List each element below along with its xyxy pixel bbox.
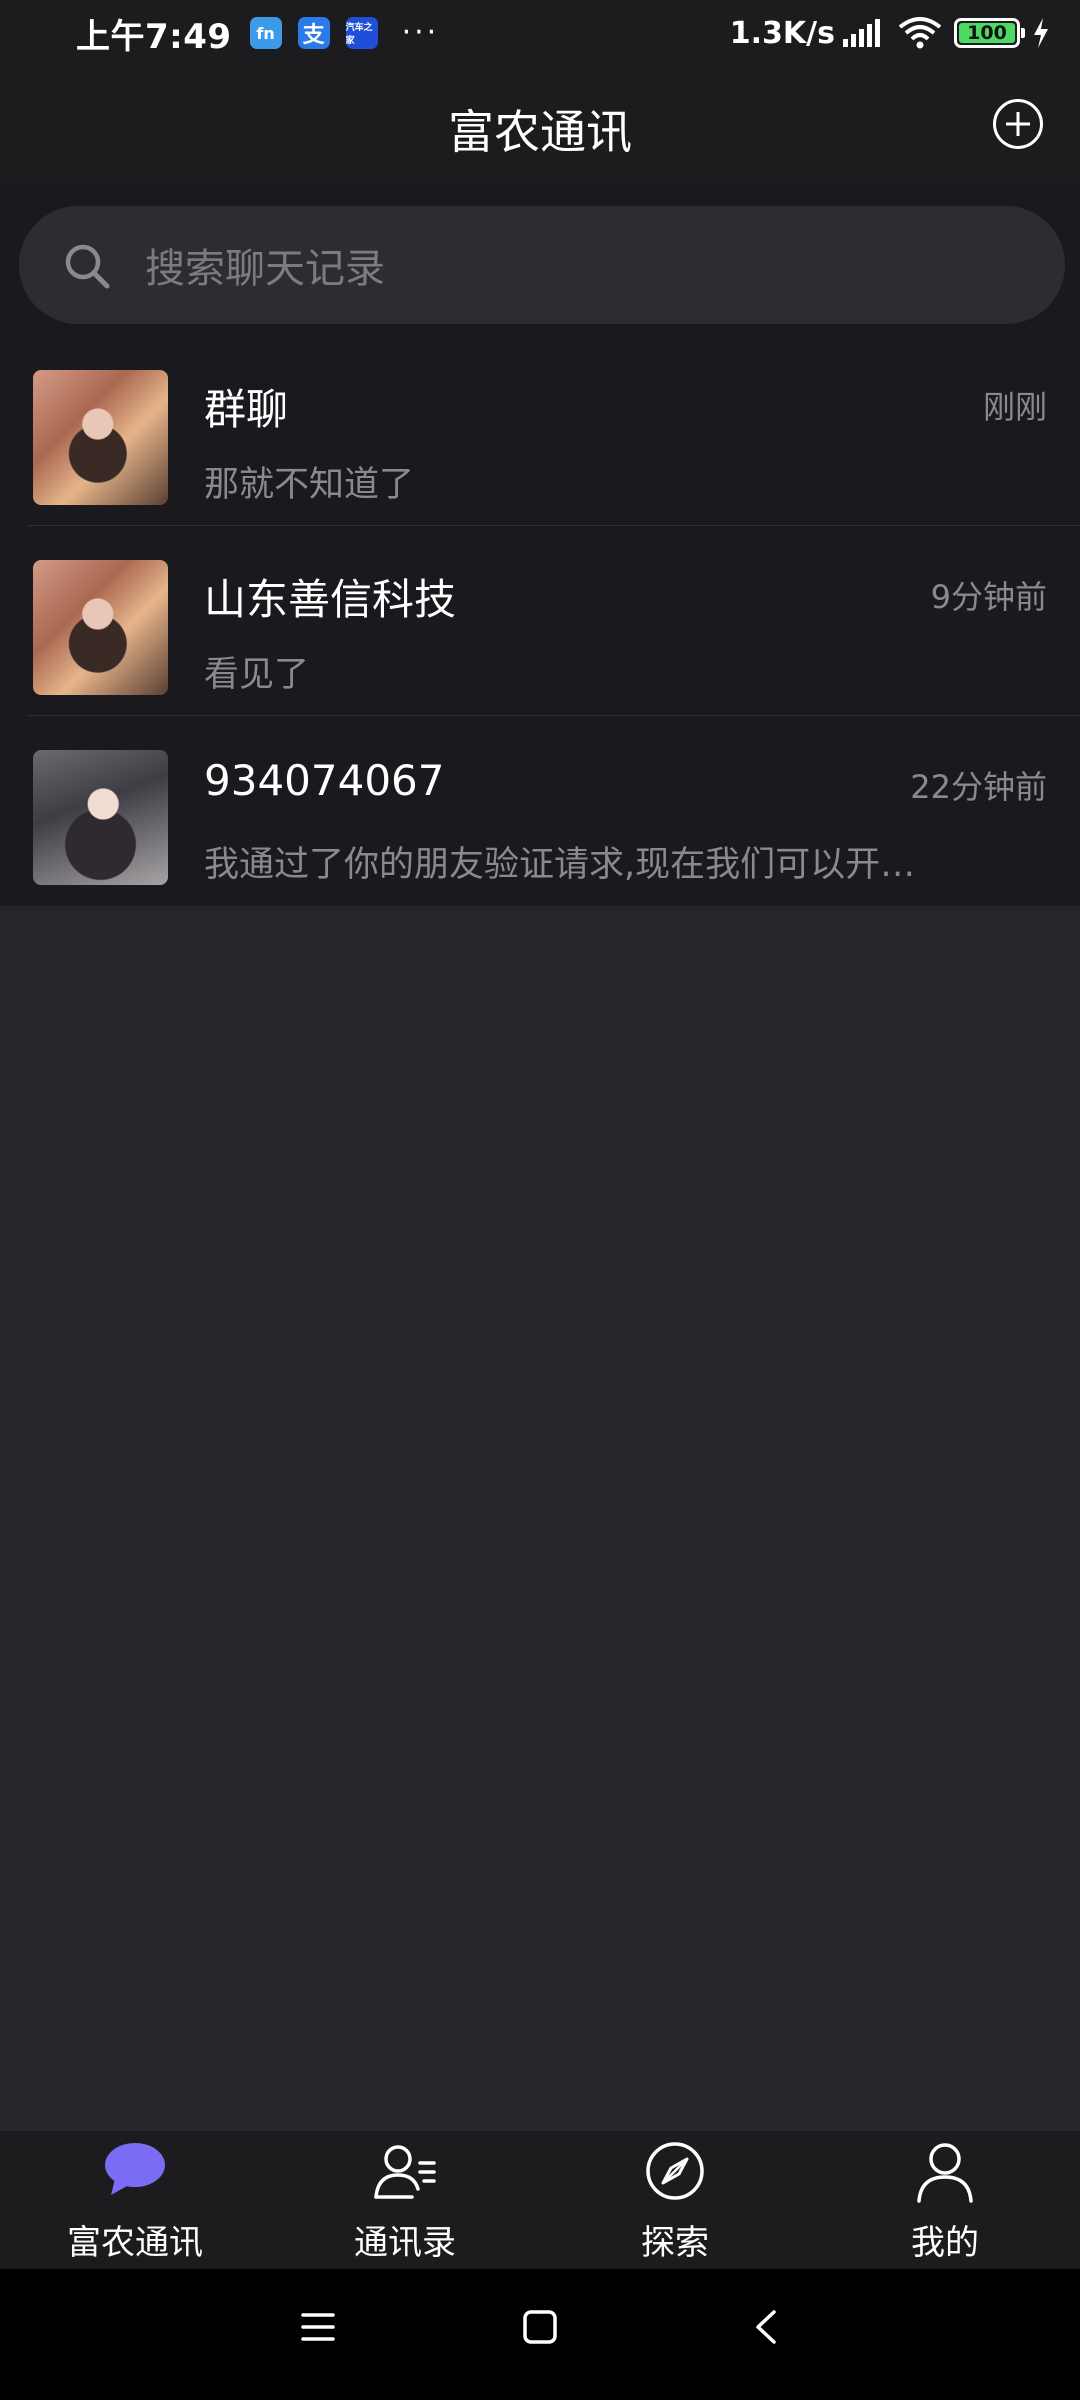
tab-label: 我的: [911, 2223, 979, 2263]
chat-preview: 那就不知道了: [204, 465, 415, 505]
chat-item[interactable]: 934074067 我通过了你的朋友验证请求,现在我们可以开始聊天了 22分钟前: [0, 716, 1080, 906]
person-icon: [917, 2143, 973, 2203]
search-placeholder: 搜索聊天记录: [145, 246, 385, 292]
tab-discover[interactable]: 探索: [540, 2131, 810, 2269]
avatar: [33, 370, 168, 505]
chat-item[interactable]: 山东善信科技 看见了 9分钟前: [0, 526, 1080, 716]
menu-icon[interactable]: [300, 2309, 336, 2345]
tab-label: 探索: [641, 2223, 709, 2263]
tab-label: 富农通讯: [67, 2223, 203, 2263]
search-bar: 搜索聊天记录: [0, 186, 1080, 336]
alipay-icon: 支: [297, 17, 330, 49]
battery-icon: 100: [954, 18, 1025, 48]
home-icon[interactable]: [522, 2309, 558, 2345]
chat-bubble-icon: [105, 2143, 165, 2195]
tab-contacts[interactable]: 通讯录: [270, 2131, 540, 2269]
chat-time: 刚刚: [982, 388, 1047, 426]
chat-name: 山东善信科技: [204, 575, 457, 624]
tab-messages[interactable]: 富农通讯: [0, 2131, 270, 2269]
chat-name: 群聊: [204, 385, 289, 434]
compass-icon: [646, 2142, 704, 2200]
bottom-nav: 富农通讯 通讯录 探索 我的: [0, 2131, 1080, 2269]
search-icon: [65, 244, 110, 289]
avatar: [33, 560, 168, 695]
status-bar: 上午7:49 fn 支 汽车之家 ··· 1.3K/s 100: [0, 0, 1080, 66]
avatar: [33, 750, 168, 885]
signal-icon: [843, 19, 880, 47]
tab-me[interactable]: 我的: [810, 2131, 1080, 2269]
charging-icon: [1034, 18, 1048, 48]
battery-level: 100: [959, 22, 1015, 44]
chat-name: 934074067: [204, 756, 445, 805]
screen: 上午7:49 fn 支 汽车之家 ··· 1.3K/s 100 富农通讯 搜索聊…: [0, 0, 1080, 2400]
more-notifications-icon: ···: [401, 15, 440, 50]
status-right: 1.3K/s 100: [730, 16, 1050, 51]
add-button[interactable]: [993, 99, 1043, 149]
contacts-icon: [374, 2145, 436, 2199]
system-nav-bar: [0, 2269, 1080, 2400]
chat-preview: 我通过了你的朋友验证请求,现在我们可以开始聊天了: [204, 845, 944, 885]
back-icon[interactable]: [752, 2309, 782, 2345]
app-header: 富农通讯: [0, 66, 1080, 186]
network-speed: 1.3K/s: [729, 15, 835, 51]
status-time: 上午7:49: [76, 16, 232, 57]
page-title: 富农通讯: [448, 105, 632, 159]
chat-preview: 看见了: [204, 655, 310, 695]
fn-app-icon: fn: [249, 17, 282, 49]
chat-time: 9分钟前: [930, 578, 1047, 616]
tab-label: 通讯录: [354, 2223, 456, 2263]
car-app-icon: 汽车之家: [345, 17, 378, 49]
chat-item[interactable]: 群聊 那就不知道了 刚刚: [0, 336, 1080, 526]
chat-list: 群聊 那就不知道了 刚刚 山东善信科技 看见了 9分钟前 934074067 我…: [0, 336, 1080, 906]
wifi-icon: [898, 17, 942, 49]
chat-time: 22分钟前: [910, 768, 1047, 806]
search-input[interactable]: 搜索聊天记录: [19, 206, 1065, 324]
